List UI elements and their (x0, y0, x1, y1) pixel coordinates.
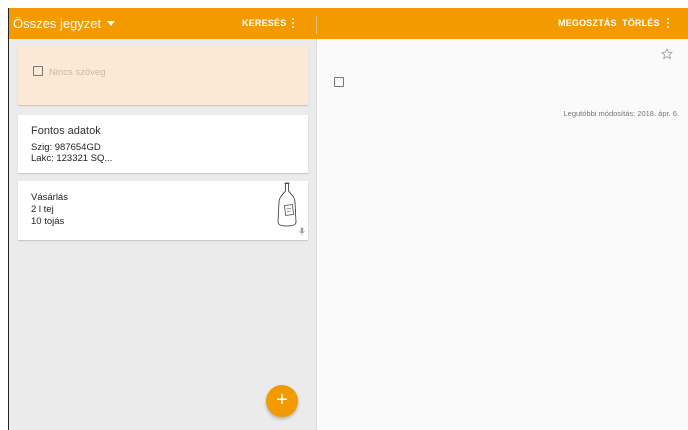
note-card[interactable]: Fontos adatok Szig: 987654GD Lakc: 12332… (18, 115, 308, 173)
delete-button[interactable]: TÖRLÉS (622, 8, 660, 39)
list-more-options-icon[interactable] (292, 18, 295, 30)
favorite-star-icon[interactable] (661, 48, 673, 60)
editor-more-options-icon[interactable] (667, 18, 670, 30)
note-title: Fontos adatok (31, 125, 101, 137)
notes-app-screen: Összes jegyzet KERESÉS MEGOSZTÁS TÖRLÉS … (8, 8, 688, 430)
last-modified-label: Legutóbbi módosítás: 2018. ápr. 6. (563, 109, 680, 118)
notes-filter-dropdown[interactable]: Összes jegyzet (13, 8, 116, 39)
search-button[interactable]: KERESÉS (242, 8, 286, 39)
editor-checkbox-icon[interactable] (334, 77, 344, 87)
note-title: Vásárlás (31, 192, 68, 203)
bottle-sketch-thumbnail (277, 182, 297, 227)
add-note-button[interactable]: + (266, 385, 298, 417)
note-line: 2 l tej (31, 204, 54, 215)
note-card-empty[interactable]: Nincs szöveg (18, 46, 308, 105)
note-line: Szig: 987654GD (31, 142, 101, 153)
note-line: Lakc: 123321 SQ... (31, 153, 113, 164)
checkbox-icon[interactable] (33, 66, 43, 76)
note-card[interactable]: Vásárlás 2 l tej 10 tojás (18, 181, 308, 240)
note-editor: Legutóbbi módosítás: 2018. ápr. 6. (316, 39, 688, 430)
share-button[interactable]: MEGOSZTÁS (558, 8, 617, 39)
dropdown-caret-icon (107, 21, 116, 27)
note-line: 10 tojás (31, 216, 65, 227)
appbar-divider (316, 16, 317, 34)
app-bar: Összes jegyzet KERESÉS MEGOSZTÁS TÖRLÉS (9, 8, 688, 39)
note-list: Nincs szöveg Fontos adatok Szig: 987654G… (9, 39, 316, 430)
filter-label: Összes jegyzet (13, 16, 102, 31)
note-placeholder: Nincs szöveg (49, 67, 106, 78)
mic-icon (299, 227, 305, 236)
